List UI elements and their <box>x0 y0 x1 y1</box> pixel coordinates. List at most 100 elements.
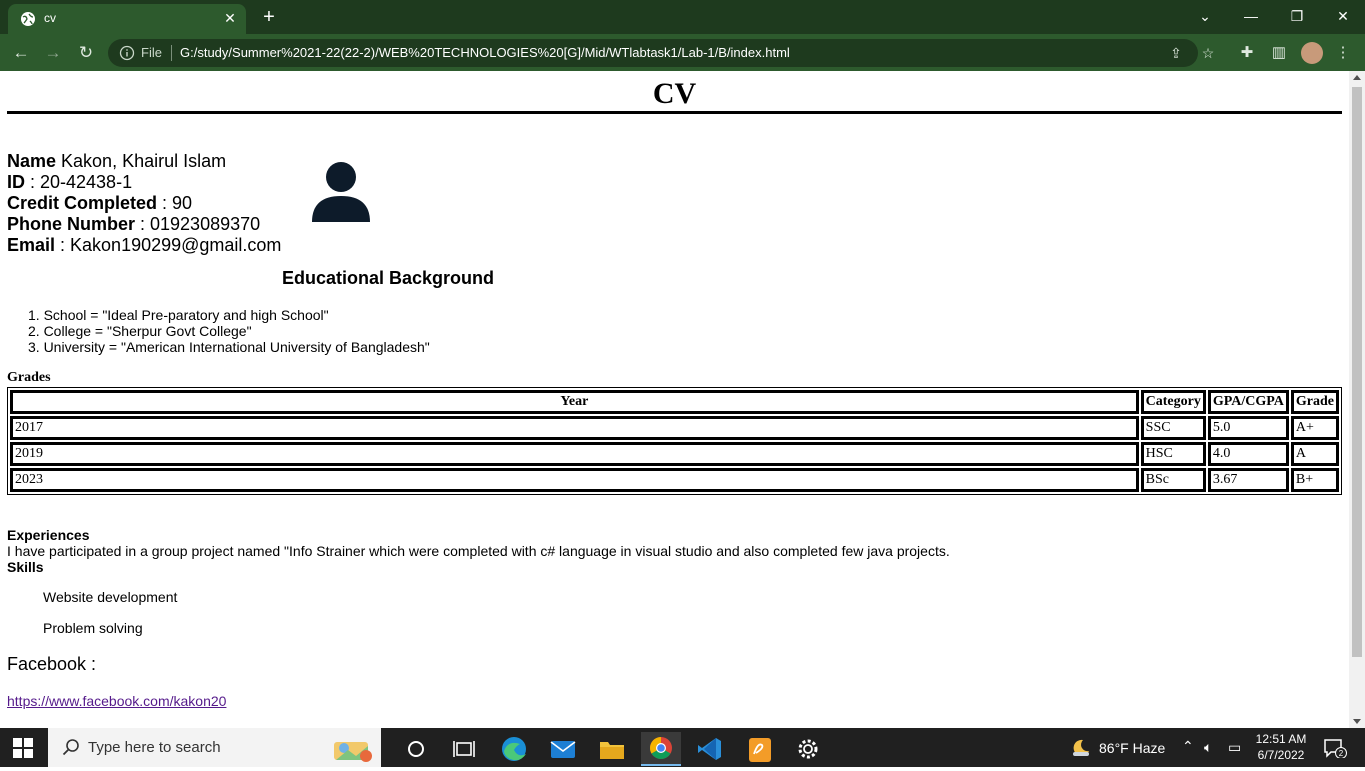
personal-info: Name Kakon, Khairul Islam ID : 20-42438-… <box>7 151 281 256</box>
network-icon[interactable]: ▭ <box>1228 739 1241 756</box>
scroll-down-icon[interactable] <box>1353 719 1361 724</box>
table-header-row: Year Category GPA/CGPA Grade <box>10 390 1339 414</box>
windows-start-icon[interactable] <box>13 738 33 758</box>
education-item: 2. College = "Sherpur Govt College" <box>28 323 252 339</box>
phone-value: : 01923089370 <box>135 214 261 234</box>
email-label: Email <box>7 235 56 255</box>
user-avatar-icon <box>312 162 370 222</box>
cell-category: BSc <box>1140 468 1206 492</box>
skill-item: Problem solving <box>43 620 143 636</box>
cell-gpa: 3.67 <box>1207 468 1289 492</box>
cell-grade: A+ <box>1290 416 1339 440</box>
cell-year: 2019 <box>10 442 1139 466</box>
grades-table: Year Category GPA/CGPA Grade 2017 SSC 5.… <box>7 387 1342 495</box>
share-icon[interactable]: ⇪ <box>1168 45 1184 61</box>
file-label: File <box>141 45 162 60</box>
skill-item: Website development <box>43 589 178 605</box>
search-placeholder: Type here to search <box>88 739 221 756</box>
side-panel-icon[interactable]: ▥ <box>1269 43 1289 63</box>
cell-category: HSC <box>1140 442 1206 466</box>
browser-tab[interactable]: cv ✕ <box>8 4 246 34</box>
education-item: 3. University = "American International … <box>28 339 430 355</box>
close-window-button[interactable]: ✕ <box>1330 5 1356 27</box>
name-label: Name <box>7 151 57 171</box>
new-tab-button[interactable]: + <box>258 7 280 29</box>
table-row: 2017 SSC 5.0 A+ <box>10 416 1339 440</box>
cell-gpa: 4.0 <box>1207 442 1289 466</box>
header-category: Category <box>1140 390 1206 414</box>
education-heading: Educational Background <box>282 268 495 288</box>
notification-icon[interactable]: 2 <box>1323 738 1347 758</box>
minimize-button[interactable]: — <box>1238 5 1264 27</box>
show-hidden-icons-chevron-icon[interactable]: ⌃ <box>1182 738 1194 755</box>
clock-date: 6/7/2022 <box>1257 748 1305 762</box>
browser-title-bar: cv ✕ + ⌄ — ❐ ✕ <box>0 0 1365 34</box>
speaker-icon[interactable]: 🔈︎ <box>1204 739 1212 756</box>
cell-grade: A <box>1290 442 1339 466</box>
credit-label: Credit Completed <box>7 193 158 213</box>
credit-value: : 90 <box>157 193 193 213</box>
horizontal-rule <box>7 111 1342 114</box>
search-highlight-icon <box>334 742 372 762</box>
tab-title: cv <box>44 11 56 25</box>
scroll-up-icon[interactable] <box>1353 75 1361 80</box>
search-icon <box>62 739 79 756</box>
menu-icon[interactable]: ⋮ <box>1333 43 1353 63</box>
name-value: Kakon, Khairul Islam <box>56 151 227 171</box>
browser-toolbar: ← → ↻ File G:/study/Summer%2021-22(22-2)… <box>0 34 1365 71</box>
scroll-thumb[interactable] <box>1352 87 1362 657</box>
tab-search-icon[interactable]: ⌄ <box>1192 5 1218 27</box>
task-view-icon[interactable] <box>444 732 484 766</box>
education-item: 1. School = "Ideal Pre-paratory and high… <box>28 307 329 323</box>
chrome-icon[interactable] <box>641 732 681 766</box>
windows-taskbar: Type here to search 86°F Haze ⌃ 🔈︎ ▭ 12:… <box>0 728 1365 767</box>
experiences-text: I have participated in a group project n… <box>7 543 950 559</box>
mail-icon[interactable] <box>543 732 583 766</box>
file-explorer-icon[interactable] <box>592 732 632 766</box>
url-separator <box>171 45 172 61</box>
weather-text[interactable]: 86°F Haze <box>1099 740 1165 756</box>
page-scrollbar[interactable] <box>1349 71 1365 728</box>
cell-year: 2017 <box>10 416 1139 440</box>
restore-button[interactable]: ❐ <box>1284 5 1310 27</box>
table-row: 2023 BSc 3.67 B+ <box>10 468 1339 492</box>
url-text[interactable]: G:/study/Summer%2021-22(22-2)/WEB%20TECH… <box>180 45 790 60</box>
page-title: CV <box>652 77 697 110</box>
header-gpa: GPA/CGPA <box>1207 390 1289 414</box>
cell-year: 2023 <box>10 468 1139 492</box>
edge-icon[interactable] <box>494 732 534 766</box>
cell-grade: B+ <box>1290 468 1339 492</box>
cell-gpa: 5.0 <box>1207 416 1289 440</box>
pdf-reader-icon[interactable] <box>739 732 779 766</box>
system-clock[interactable]: 12:51 AM 6/7/2022 <box>1251 731 1311 763</box>
reload-icon[interactable]: ↻ <box>75 42 97 64</box>
experiences-label: Experiences <box>7 527 90 543</box>
settings-gear-icon[interactable] <box>788 732 828 766</box>
id-value: : 20-42438-1 <box>25 172 133 192</box>
weather-moon-icon <box>1073 739 1089 756</box>
skills-label: Skills <box>7 559 44 575</box>
extensions-icon[interactable]: ✚ <box>1237 43 1257 63</box>
facebook-link[interactable]: https://www.facebook.com/kakon20 <box>7 693 226 709</box>
header-grade: Grade <box>1290 390 1339 414</box>
cell-category: SSC <box>1140 416 1206 440</box>
info-icon[interactable] <box>119 45 135 61</box>
forward-icon[interactable]: → <box>42 42 64 64</box>
cortana-icon[interactable] <box>396 732 436 766</box>
close-tab-icon[interactable]: ✕ <box>222 10 238 26</box>
profile-avatar[interactable] <box>1301 42 1323 64</box>
table-row: 2019 HSC 4.0 A <box>10 442 1339 466</box>
email-value: : Kakon190299@gmail.com <box>55 235 282 255</box>
taskbar-search-box[interactable]: Type here to search <box>48 728 381 767</box>
header-year: Year <box>10 390 1139 414</box>
bookmark-star-icon[interactable]: ☆ <box>1200 45 1216 61</box>
notification-count: 2 <box>1339 749 1344 758</box>
address-bar[interactable]: File G:/study/Summer%2021-22(22-2)/WEB%2… <box>108 39 1214 67</box>
facebook-label: Facebook : <box>7 654 97 674</box>
page-content: CV Name Kakon, Khairul Islam ID : 20-424… <box>0 71 1349 728</box>
clock-time: 12:51 AM <box>1255 732 1307 746</box>
id-label: ID <box>7 172 25 192</box>
vscode-icon[interactable] <box>690 732 730 766</box>
grades-label: Grades <box>7 370 51 385</box>
back-icon[interactable]: ← <box>10 42 32 64</box>
